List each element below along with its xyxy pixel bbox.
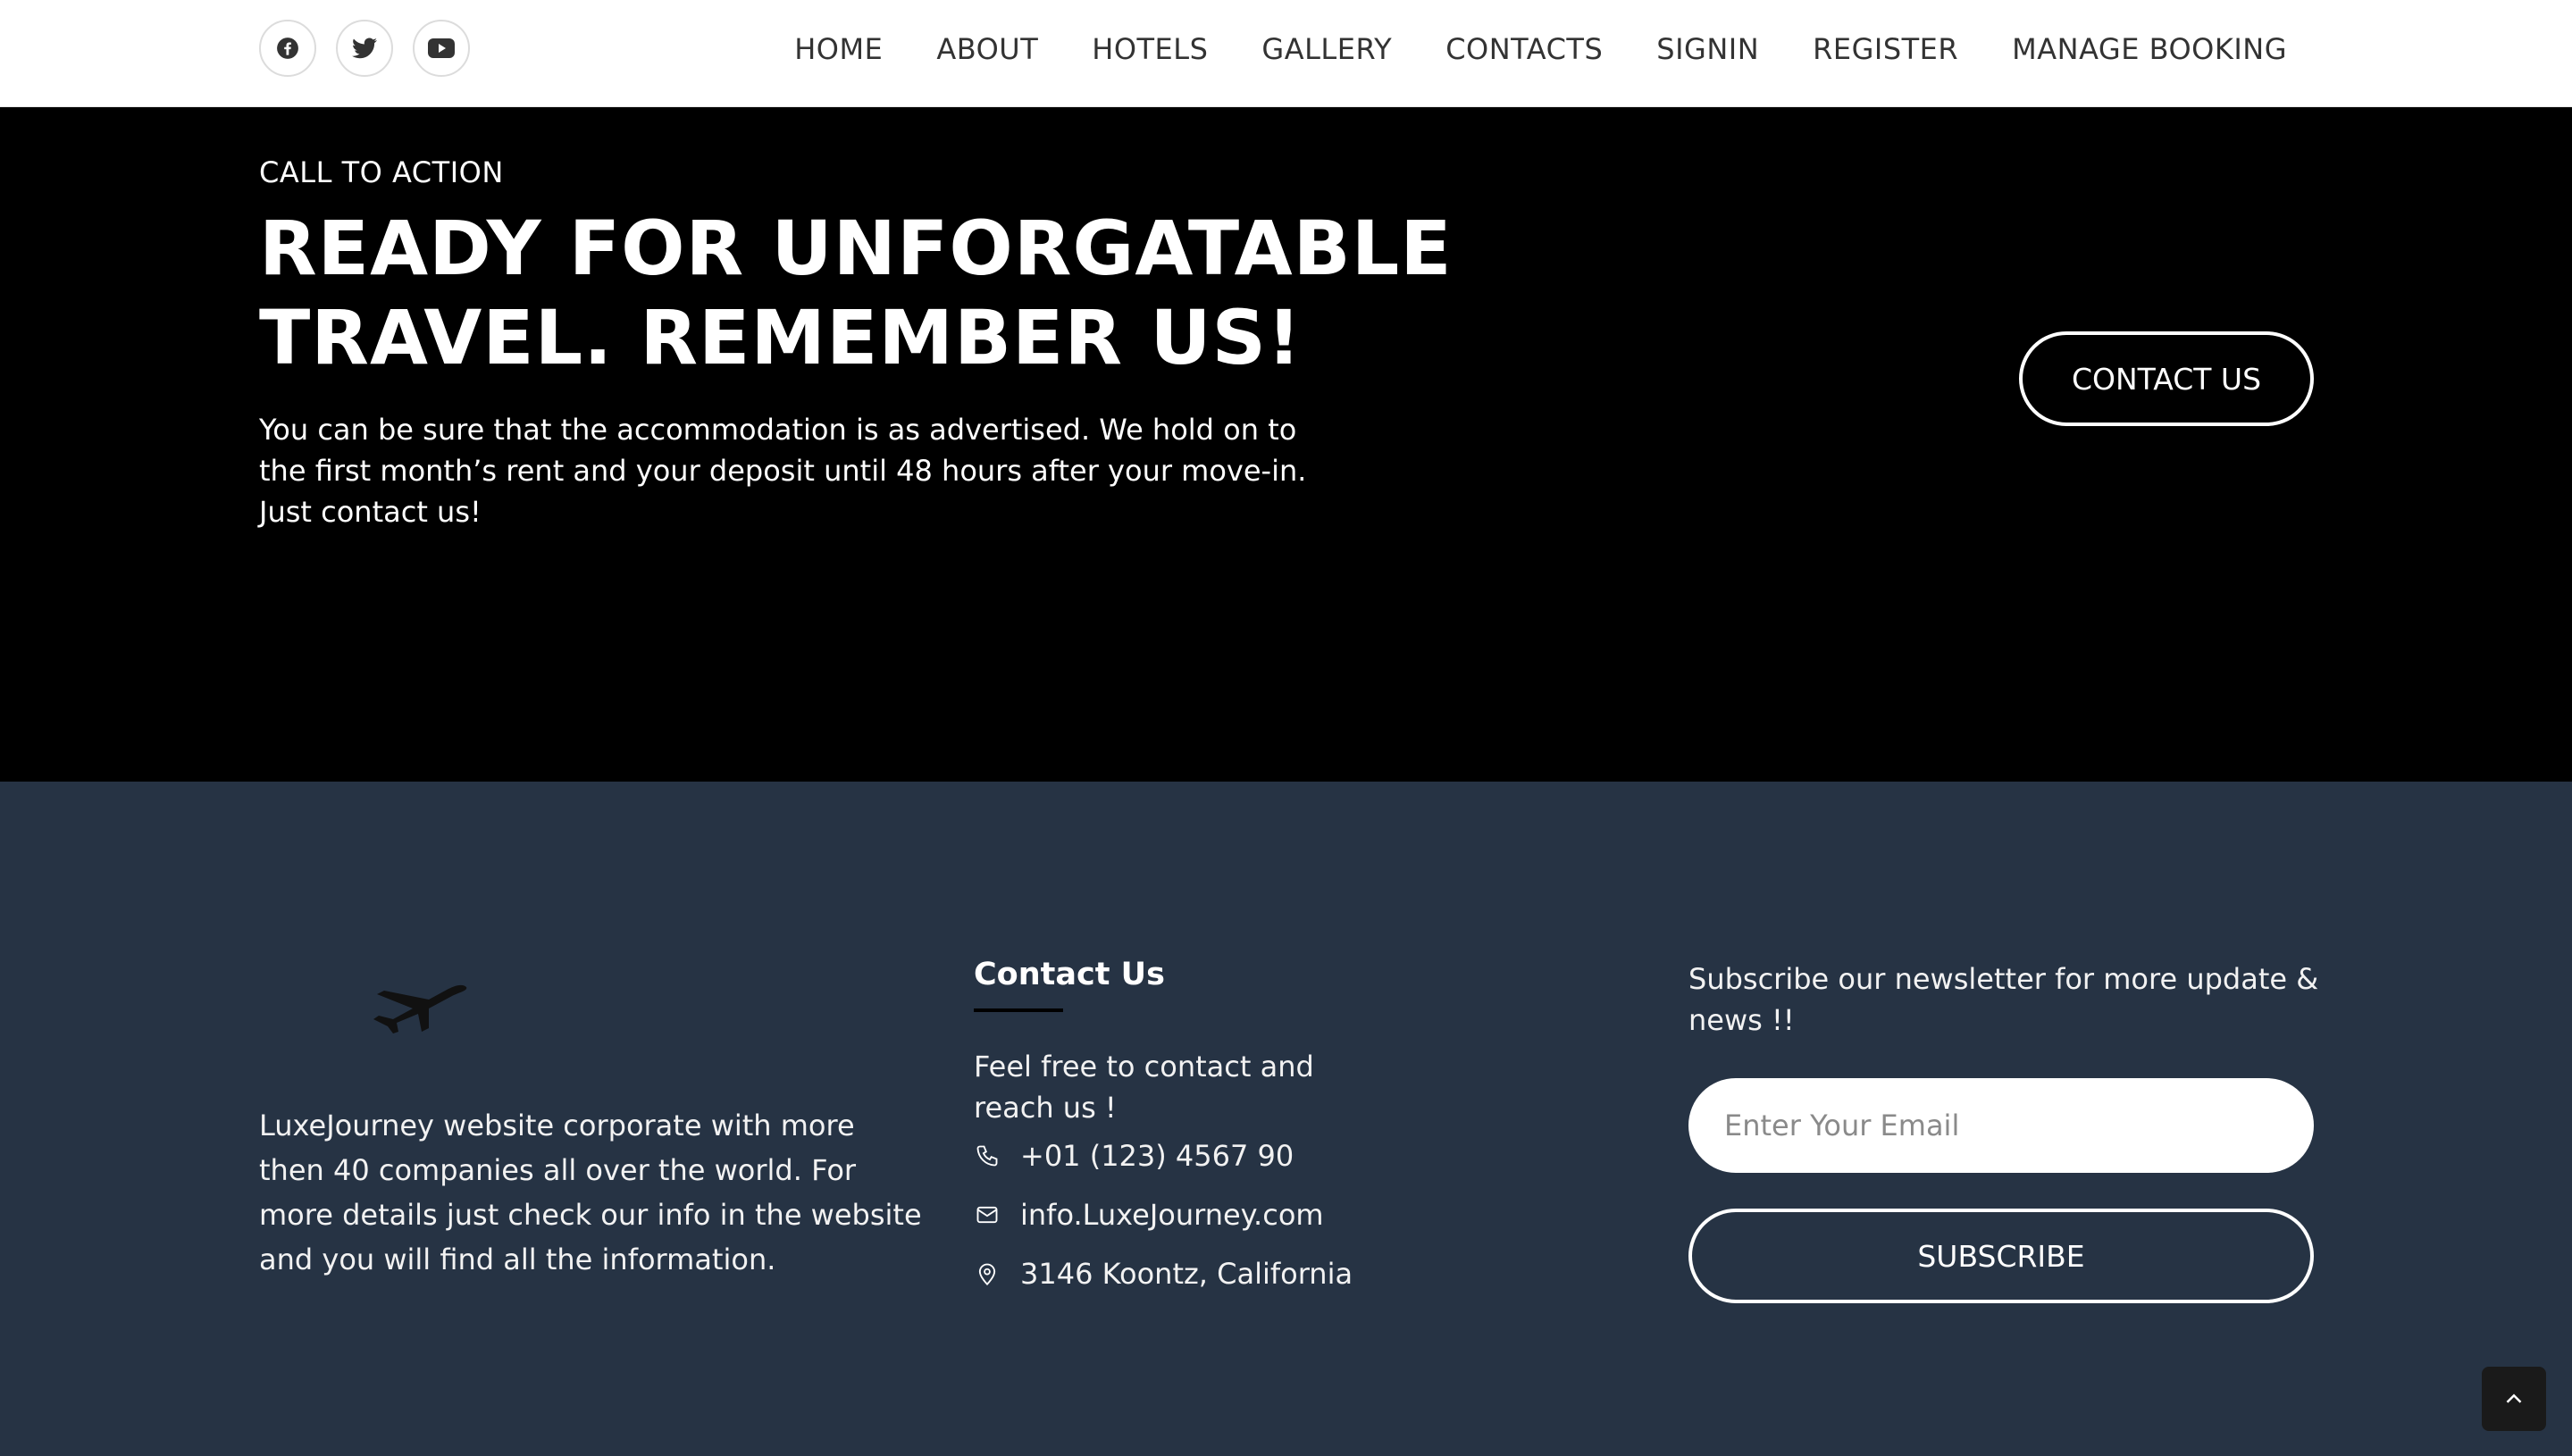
about-text-line: more details just check our info in the … <box>259 1198 922 1232</box>
contact-email-text: info.LuxeJourney.com <box>1020 1198 1324 1232</box>
nav-about[interactable]: ABOUT <box>936 32 1038 66</box>
airplane-icon <box>373 984 467 1033</box>
cta-description: You can be sure that the accommodation i… <box>259 409 1307 532</box>
newsletter-text-line: Subscribe our newsletter for more update… <box>1688 962 2319 996</box>
nav-register[interactable]: REGISTER <box>1813 32 1958 66</box>
top-header: HOME ABOUT HOTELS GALLERY CONTACTS SIGNI… <box>0 0 2572 107</box>
twitter-icon <box>352 38 377 59</box>
newsletter-text-line: news !! <box>1688 1003 1795 1037</box>
contact-description: Feel free to contact and reach us ! <box>974 1046 1349 1128</box>
about-text: LuxeJourney website corporate with more … <box>259 1103 922 1282</box>
nav-manage-booking[interactable]: MANAGE BOOKING <box>2012 32 2287 66</box>
phone-icon <box>974 1142 1001 1169</box>
contact-email[interactable]: info.LuxeJourney.com <box>974 1198 1324 1232</box>
about-text-line: and you will find all the information. <box>259 1243 776 1276</box>
mail-icon <box>974 1201 1001 1228</box>
about-text-line: LuxeJourney website corporate with more <box>259 1109 855 1142</box>
facebook-link[interactable] <box>259 20 316 77</box>
contact-heading: Contact Us <box>974 957 1165 992</box>
social-links <box>259 20 470 77</box>
call-to-action-section: CALL TO ACTION READY FOR UNFORGATABLE TR… <box>0 107 2572 782</box>
cta-description-line: You can be sure that the accommodation i… <box>259 413 1297 447</box>
youtube-icon <box>428 38 455 58</box>
contact-us-button[interactable]: CONTACT US <box>2019 331 2314 426</box>
contact-phone[interactable]: +01 (123) 4567 90 <box>974 1139 1294 1173</box>
contact-description-line: Feel free to contact and <box>974 1050 1314 1084</box>
nav-home[interactable]: HOME <box>794 32 883 66</box>
chevron-up-icon <box>2506 1393 2522 1403</box>
cta-eyebrow: CALL TO ACTION <box>259 155 504 189</box>
subscribe-button[interactable]: SUBSCRIBE <box>1688 1209 2314 1303</box>
location-pin-icon <box>974 1260 1001 1287</box>
nav-contacts[interactable]: CONTACTS <box>1445 32 1603 66</box>
cta-description-line: the first month’s rent and your deposit … <box>259 454 1307 488</box>
nav-gallery[interactable]: GALLERY <box>1261 32 1392 66</box>
page: HOME ABOUT HOTELS GALLERY CONTACTS SIGNI… <box>0 0 2572 1456</box>
contact-heading-underline <box>974 1008 1063 1012</box>
contact-description-line: reach us ! <box>974 1091 1117 1125</box>
cta-title-line: TRAVEL. REMEMBER US! <box>259 294 1303 381</box>
contact-address-text: 3146 Koontz, California <box>1020 1257 1353 1291</box>
facebook-icon <box>277 38 298 59</box>
newsletter-email-input[interactable] <box>1688 1078 2314 1173</box>
footer: LuxeJourney website corporate with more … <box>0 782 2572 1456</box>
twitter-link[interactable] <box>336 20 393 77</box>
cta-title-line: READY FOR UNFORGATABLE <box>259 205 1453 292</box>
nav-signin[interactable]: SIGNIN <box>1656 32 1759 66</box>
cta-title: READY FOR UNFORGATABLE TRAVEL. REMEMBER … <box>259 204 1510 382</box>
contact-phone-text: +01 (123) 4567 90 <box>1020 1139 1294 1173</box>
scroll-to-top-button[interactable] <box>2482 1367 2546 1431</box>
about-text-line: then 40 companies all over the world. Fo… <box>259 1153 857 1187</box>
newsletter-text: Subscribe our newsletter for more update… <box>1688 958 2332 1041</box>
main-nav: HOME ABOUT HOTELS GALLERY CONTACTS SIGNI… <box>794 0 2287 98</box>
youtube-link[interactable] <box>413 20 470 77</box>
nav-hotels[interactable]: HOTELS <box>1092 32 1208 66</box>
contact-address[interactable]: 3146 Koontz, California <box>974 1257 1353 1291</box>
cta-description-line: Just contact us! <box>259 495 482 529</box>
